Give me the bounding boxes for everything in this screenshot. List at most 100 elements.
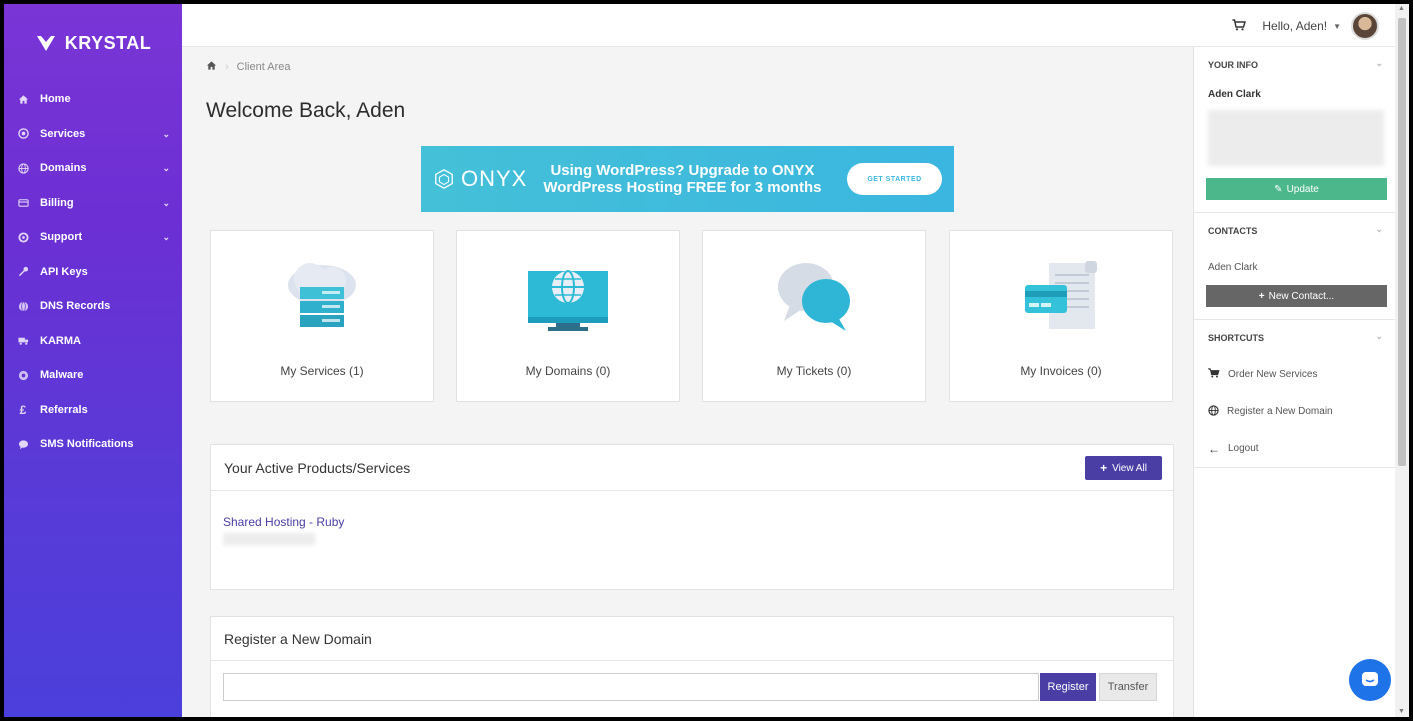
- pencil-icon: ✎: [1274, 183, 1283, 195]
- right-sidebar: YOUR INFO ⌄ Aden Clark ✎ Update CONTACTS…: [1193, 47, 1395, 717]
- chat-icon: [1362, 672, 1378, 686]
- key-icon: [16, 265, 30, 279]
- update-button[interactable]: ✎ Update: [1206, 178, 1387, 200]
- avatar[interactable]: [1351, 12, 1379, 40]
- shortcut-register-domain[interactable]: Register a New Domain: [1194, 393, 1395, 430]
- register-button[interactable]: Register: [1040, 673, 1096, 701]
- top-bar: Hello, Aden! ▼: [182, 4, 1395, 47]
- truck-icon: [16, 334, 30, 348]
- contact-item[interactable]: Aden Clark: [1194, 249, 1395, 285]
- view-all-button[interactable]: + View All: [1085, 456, 1162, 480]
- sidebar-item-karma[interactable]: KARMA: [4, 324, 182, 359]
- new-contact-button[interactable]: + New Contact...: [1206, 285, 1387, 307]
- redacted-address-blur: [1208, 110, 1384, 166]
- globe-icon: [1208, 404, 1219, 419]
- chat-launcher-button[interactable]: [1349, 659, 1391, 701]
- tile-label: My Domains (0): [525, 364, 611, 378]
- sidebar-item-domains[interactable]: Domains ⌄: [4, 151, 182, 186]
- divider: [1194, 467, 1395, 468]
- sidebar-item-services[interactable]: Services ⌄: [4, 117, 182, 152]
- sidebar-item-label: KARMA: [40, 334, 81, 347]
- domain-search-input[interactable]: [223, 673, 1039, 701]
- onyx-logo: ONYX: [433, 166, 527, 192]
- tile-my-domains[interactable]: My Domains (0): [456, 230, 680, 402]
- sidebar-item-label: Referrals: [40, 403, 88, 416]
- view-all-label: View All: [1112, 462, 1147, 474]
- sidebar-item-api-keys[interactable]: API Keys: [4, 255, 182, 290]
- cart-icon[interactable]: [1232, 18, 1247, 34]
- invoice-card-icon: [1025, 261, 1097, 329]
- chevron-down-icon: ⌄: [162, 128, 170, 139]
- sidebar-item-label: API Keys: [40, 265, 88, 278]
- banner-line-1: Using WordPress? Upgrade to ONYX: [550, 162, 815, 179]
- chevron-right-icon: ›: [225, 61, 229, 73]
- transfer-button[interactable]: Transfer: [1099, 673, 1157, 701]
- sidebar-item-home[interactable]: Home: [4, 82, 182, 117]
- krystal-logo-icon: [36, 36, 55, 51]
- lifebuoy-icon: [16, 230, 30, 244]
- tile-my-services[interactable]: My Services (1): [210, 230, 434, 402]
- promo-banner[interactable]: ONYX Using WordPress? Upgrade to ONYX Wo…: [421, 146, 954, 212]
- brand-name: KRYSTAL: [64, 32, 152, 53]
- tile-label: My Invoices (0): [1020, 364, 1102, 378]
- chevron-down-icon: ⌄: [1375, 331, 1383, 341]
- chat-bubbles-icon: [778, 263, 850, 331]
- plus-icon: +: [1100, 461, 1108, 475]
- shortcut-logout[interactable]: ← Logout: [1194, 430, 1395, 467]
- product-link[interactable]: Shared Hosting - Ruby: [223, 515, 344, 529]
- pound-icon: £: [19, 402, 27, 417]
- scrollbar-thumb[interactable]: [1398, 18, 1406, 466]
- user-menu[interactable]: Hello, Aden! ▼: [1262, 19, 1341, 33]
- globe-icon: [16, 299, 30, 313]
- section-title: CONTACTS: [1208, 226, 1258, 236]
- shortcut-order-new-services[interactable]: Order New Services: [1194, 356, 1395, 393]
- chevron-down-icon: ⌄: [162, 163, 170, 173]
- sidebar-item-malware[interactable]: Malware: [4, 358, 182, 393]
- sidebar-item-support[interactable]: Support ⌄: [4, 220, 182, 255]
- onyx-gem-icon: [435, 169, 453, 189]
- panel-header: Register a New Domain: [211, 617, 1173, 661]
- comment-icon: [16, 437, 30, 451]
- caret-down-icon: ▼: [1333, 21, 1341, 31]
- sidebar-item-label: Home: [40, 93, 71, 106]
- sidebar-item-label: Domains: [40, 162, 87, 175]
- tile-label: My Services (1): [280, 364, 364, 378]
- bug-icon: [16, 368, 30, 382]
- shortcuts-header[interactable]: SHORTCUTS ⌄: [1194, 320, 1395, 356]
- plus-icon: +: [1258, 290, 1265, 302]
- main-content: › Client Area Welcome Back, Aden ONYX Us…: [182, 47, 1193, 717]
- home-icon: [16, 92, 30, 106]
- sidebar-item-sms-notifications[interactable]: SMS Notifications: [4, 427, 182, 462]
- get-started-button[interactable]: GET STARTED: [847, 163, 942, 195]
- sidebar-item-label: SMS Notifications: [40, 438, 134, 451]
- banner-line-2: WordPress Hosting FREE for 3 months: [543, 179, 822, 196]
- chevron-down-icon: ⌄: [162, 232, 170, 242]
- arrow-left-icon: ←: [1208, 441, 1220, 456]
- tile-my-invoices[interactable]: My Invoices (0): [949, 230, 1173, 402]
- sidebar-item-label: Malware: [40, 369, 84, 382]
- panel-title: Your Active Products/Services: [224, 459, 411, 476]
- scroll-up-arrow-icon[interactable]: ▲: [1398, 5, 1405, 12]
- redacted-domain: [223, 533, 315, 545]
- breadcrumb: › Client Area: [206, 60, 290, 74]
- contacts-header[interactable]: CONTACTS ⌄: [1194, 213, 1395, 249]
- scroll-down-arrow-icon[interactable]: ▼: [1398, 708, 1405, 715]
- brand[interactable]: KRYSTAL: [4, 4, 182, 82]
- onyx-brand: ONYX: [461, 166, 528, 191]
- your-info-header[interactable]: YOUR INFO ⌄: [1194, 47, 1395, 83]
- sidebar: KRYSTAL Home Services ⌄ Domains ⌄ Billin…: [4, 4, 182, 717]
- register-domain-panel: Register a New Domain Register Transfer: [210, 616, 1174, 717]
- page-scrollbar[interactable]: ▲ ▼: [1395, 4, 1409, 717]
- sidebar-item-referrals[interactable]: £ Referrals: [4, 393, 182, 428]
- sidebar-item-billing[interactable]: Billing ⌄: [4, 186, 182, 221]
- banner-message: Using WordPress? Upgrade to ONYX WordPre…: [543, 162, 821, 196]
- tile-my-tickets[interactable]: My Tickets (0): [702, 230, 926, 402]
- home-icon[interactable]: [206, 60, 217, 74]
- sidebar-item-dns-records[interactable]: DNS Records: [4, 289, 182, 324]
- shortcut-label: Logout: [1228, 443, 1259, 454]
- shortcut-label: Register a New Domain: [1227, 406, 1333, 417]
- sidebar-item-label: Services: [40, 127, 86, 140]
- server-cloud-icon: [288, 263, 356, 327]
- chevron-down-icon: ⌄: [162, 197, 170, 208]
- credit-card-icon: [16, 196, 30, 210]
